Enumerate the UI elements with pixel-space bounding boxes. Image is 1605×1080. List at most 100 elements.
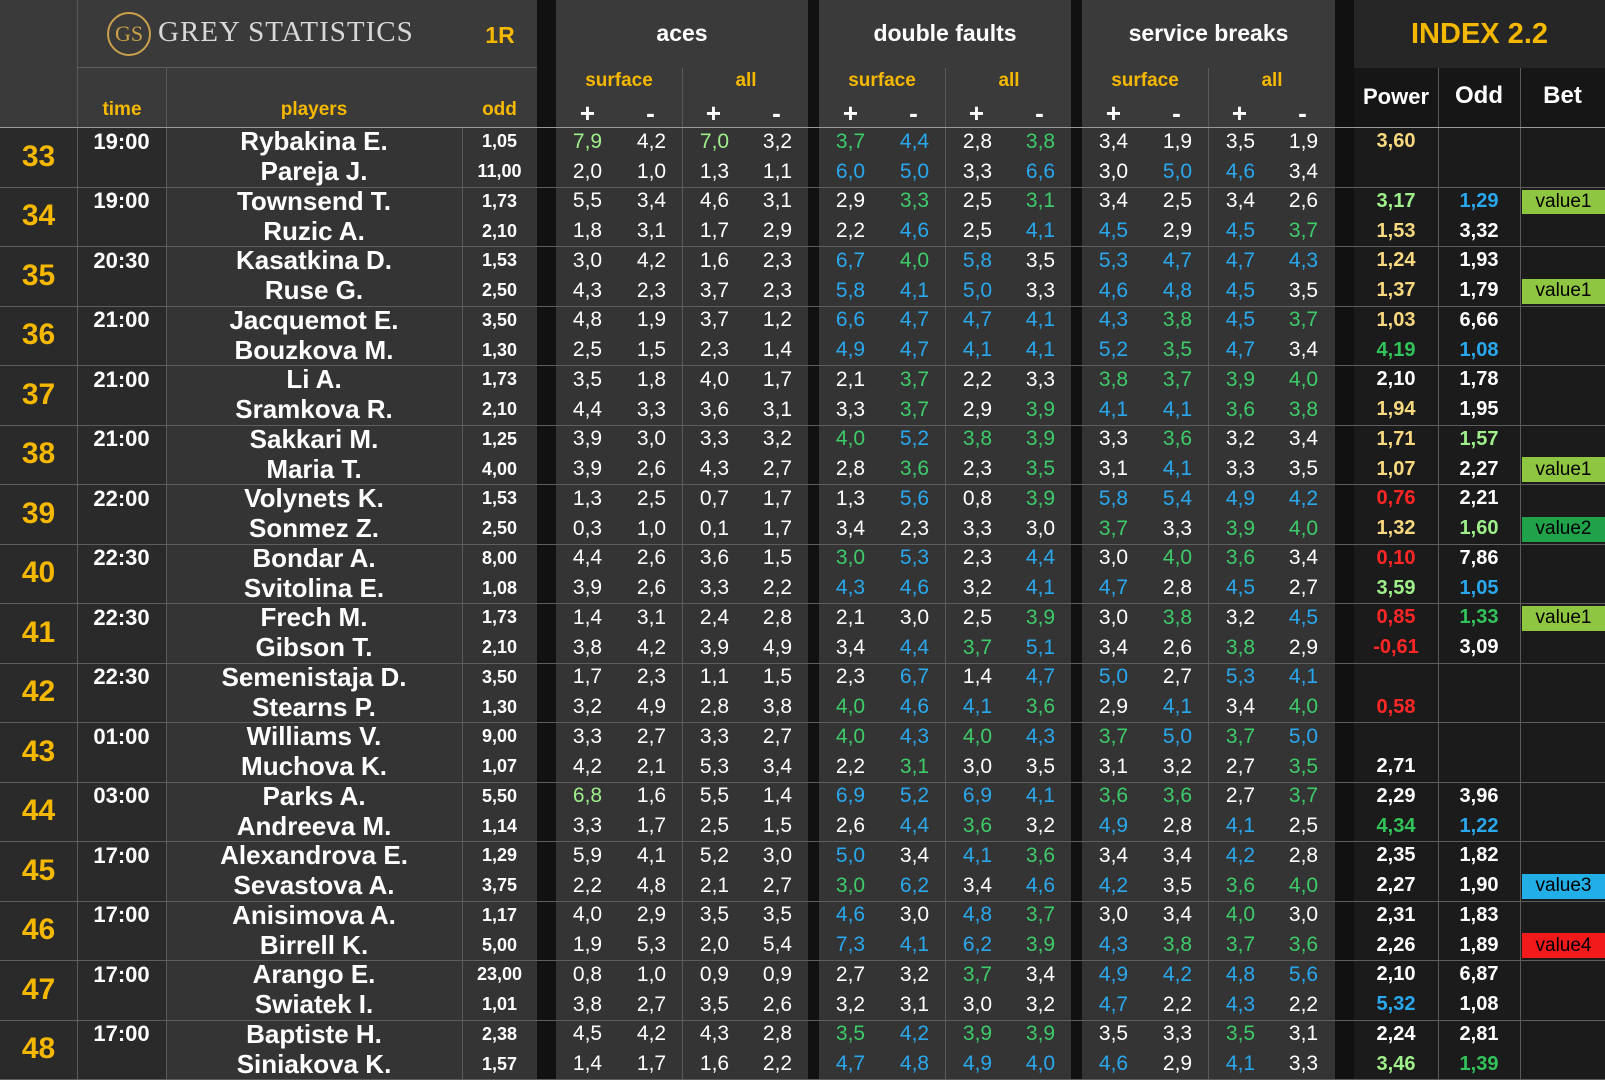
player-odd: 2,10 — [481, 220, 518, 241]
index-odd-value: 2,81 — [1459, 1022, 1499, 1045]
stat-value: 4,0 — [1162, 546, 1193, 570]
stat-value: 4,6 — [899, 576, 930, 600]
bet-badge[interactable]: value2 — [1522, 516, 1605, 542]
bet-badge — [1522, 636, 1605, 661]
stat-value: 3,2 — [835, 992, 866, 1016]
stat-value: 3,1 — [762, 189, 793, 213]
player-odd: 1,30 — [481, 339, 518, 360]
row-line — [0, 544, 1605, 545]
stat-value: 3,1 — [899, 754, 930, 778]
stat-value: 5,5 — [699, 784, 730, 808]
match-number: 43 — [0, 722, 77, 782]
stat-value: 4,0 — [835, 695, 866, 719]
row-line — [0, 425, 1605, 426]
stat-value: 5,2 — [1098, 338, 1129, 362]
stat-value: 5,0 — [962, 278, 993, 302]
stat-value: 3,8 — [1162, 308, 1193, 332]
stat-value: 2,5 — [1288, 814, 1319, 838]
stat-value: 3,5 — [835, 1022, 866, 1046]
stat-value: 3,3 — [699, 576, 730, 600]
stat-value: 4,7 — [1225, 338, 1256, 362]
match-row: 48 17:00 Baptiste H. 2,38 4,5 4,2 4,3 2,8 3,5 4,2… — [0, 1019, 1605, 1079]
stat-value: 3,5 — [1288, 278, 1319, 302]
stat-value: 2,8 — [1162, 814, 1193, 838]
stat-value: 3,6 — [1025, 695, 1056, 719]
power-value — [1354, 722, 1438, 752]
stat-value: 3,6 — [1162, 784, 1193, 808]
stat-value: 4,0 — [572, 903, 603, 927]
power-value — [1354, 663, 1438, 693]
stat-value: 3,8 — [1025, 129, 1056, 153]
stat-value: 2,3 — [636, 665, 667, 689]
stat-value: 2,0 — [699, 933, 730, 957]
match-number: 34 — [0, 186, 77, 246]
stat-value: 1,3 — [572, 486, 603, 510]
service-breaks-plus-header: + — [1105, 98, 1122, 128]
stats-sheet: GS GREY STATISTICS 1R aces double faults… — [0, 0, 1605, 1080]
stat-value: 3,9 — [1025, 605, 1056, 629]
stat-value: 5,4 — [762, 933, 793, 957]
match-row: 43 01:00 Williams V. 9,00 3,3 2,7 3,3 2,7 4,0 4,3… — [0, 721, 1605, 782]
bet-badge[interactable]: value1 — [1522, 457, 1605, 482]
bet-badge[interactable]: value1 — [1522, 189, 1605, 215]
power-value: 1,94 — [1376, 398, 1416, 421]
index-odd-value: 6,66 — [1459, 308, 1499, 331]
stat-value: 2,7 — [835, 962, 866, 986]
stat-value: 2,2 — [835, 219, 866, 243]
player-name: Sonmez Z. — [248, 513, 379, 544]
bet-badge[interactable]: value3 — [1522, 873, 1605, 899]
stat-value: 3,7 — [835, 129, 866, 153]
stat-value: 2,0 — [572, 159, 603, 183]
stat-value: 2,3 — [699, 338, 730, 362]
match-time: 03:00 — [77, 781, 166, 812]
stat-value: 4,9 — [1225, 486, 1256, 510]
stat-value: 3,0 — [962, 992, 993, 1016]
service-breaks-minus-header: - — [1172, 98, 1181, 128]
stat-value: 4,2 — [1288, 486, 1319, 510]
stat-value: 2,5 — [1162, 189, 1193, 213]
bet-badge — [1522, 576, 1605, 601]
bet-badge — [1522, 487, 1605, 512]
player-name: Stearns P. — [252, 691, 376, 722]
stat-value: 2,5 — [572, 338, 603, 362]
stat-value: 3,1 — [1098, 754, 1129, 778]
player-name: Gibson T. — [255, 632, 373, 663]
index-odd-value: 2,27 — [1459, 457, 1499, 480]
bet-badge[interactable]: value1 — [1522, 606, 1605, 631]
stat-value: 3,4 — [1288, 338, 1319, 362]
stat-value: 2,6 — [1162, 635, 1193, 659]
stat-value: 3,7 — [962, 635, 993, 659]
stat-value: 4,1 — [962, 695, 993, 719]
player-odd: 1,08 — [481, 577, 518, 598]
match-number: 42 — [0, 662, 77, 722]
match-number: 35 — [0, 246, 77, 306]
player-name: Rybakina E. — [240, 126, 388, 157]
player-name: Arango E. — [252, 959, 376, 990]
power-value: 1,07 — [1376, 457, 1416, 480]
stat-value: 3,7 — [1288, 219, 1319, 243]
bet-badge[interactable]: value4 — [1522, 933, 1605, 958]
stat-value: 3,7 — [1288, 308, 1319, 332]
bet-badge[interactable]: value1 — [1522, 278, 1605, 304]
stat-value: 3,5 — [762, 903, 793, 927]
stat-value: 6,2 — [899, 873, 930, 897]
match-time: 21:00 — [77, 305, 166, 336]
stat-value: 4,8 — [1162, 278, 1193, 302]
index-odd-value: 1,08 — [1459, 338, 1499, 361]
stat-value: 3,0 — [1025, 516, 1056, 540]
stat-value: 4,5 — [1225, 308, 1256, 332]
stat-value: 3,4 — [835, 516, 866, 540]
player-odd: 23,00 — [476, 964, 523, 985]
player-odd: 5,00 — [481, 934, 518, 955]
stat-value: 3,1 — [636, 605, 667, 629]
stat-value: 4,1 — [1025, 219, 1056, 243]
stat-value: 4,0 — [1288, 695, 1319, 719]
stat-value: 4,1 — [1025, 784, 1056, 808]
stat-value: 4,9 — [962, 1052, 993, 1076]
index-odd-value: 1,90 — [1459, 874, 1499, 897]
stat-value: 6,9 — [835, 784, 866, 808]
stat-value: 2,3 — [899, 516, 930, 540]
stat-value: 2,7 — [1288, 576, 1319, 600]
stat-value: 3,4 — [962, 873, 993, 897]
stat-value: 3,2 — [1025, 992, 1056, 1016]
